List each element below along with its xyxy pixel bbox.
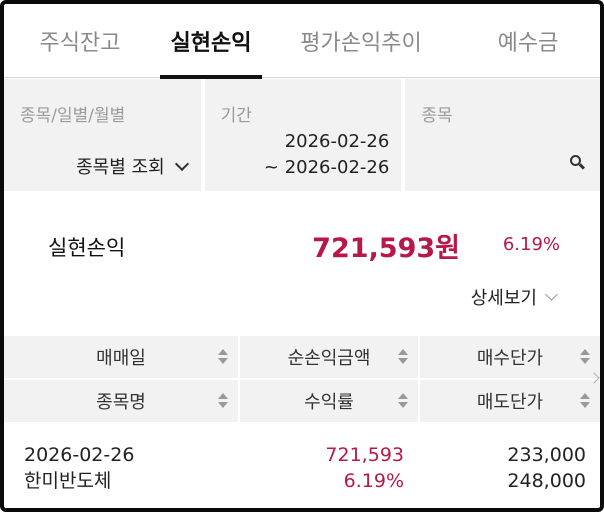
header-trade-date[interactable]: 매매일	[4, 336, 238, 378]
header-buy-price[interactable]: 매수단가	[418, 336, 600, 378]
sort-icon[interactable]	[398, 393, 408, 409]
stock-filter-label: 종목	[421, 106, 453, 126]
header-net-profit[interactable]: 순손익금액	[238, 336, 418, 378]
buy-price: 233,000	[507, 444, 586, 466]
detail-view-link[interactable]: 상세보기	[470, 284, 558, 310]
period-range[interactable]: 2026-02-26 ~ 2026-02-26	[264, 129, 389, 181]
stock-name: 한미반도체	[24, 470, 112, 492]
sort-icon[interactable]	[580, 393, 590, 409]
summary-label: 실현손익	[48, 236, 126, 260]
tab-deposit[interactable]: 예수금	[456, 4, 600, 78]
header-stock-name[interactable]: 종목명	[4, 380, 238, 422]
table-row[interactable]: 2026-02-26 한미반도체 721,593 6.19% 233,000 2…	[4, 438, 600, 498]
period-filter[interactable]: 기간 2026-02-26 ~ 2026-02-26	[204, 79, 402, 191]
period-from: 2026-02-26	[284, 131, 390, 152]
net-profit: 721,593	[325, 444, 404, 466]
chevron-down-icon	[174, 156, 189, 171]
period-filter-label: 기간	[220, 106, 252, 126]
row-prices: 233,000 248,000	[507, 442, 586, 494]
period-to: ~ 2026-02-26	[263, 157, 390, 178]
app-frame: 주식잔고 실현손익 평가손익추이 예수금 종목/일별/월별 종목별 조회 기간 …	[0, 0, 604, 512]
tab-bar: 주식잔고 실현손익 평가손익추이 예수금	[4, 4, 600, 79]
row-profit-rate: 721,593 6.19%	[325, 442, 404, 494]
header-label: 매도단가	[476, 392, 544, 413]
detail-view-label: 상세보기	[470, 288, 537, 309]
header-row: 매매일 순손익금액 매수단가	[4, 336, 600, 378]
row-date-name: 2026-02-26 한미반도체	[24, 442, 134, 494]
header-row: 종목명 수익률 매도단가	[4, 380, 600, 422]
trade-date: 2026-02-26	[24, 444, 135, 466]
header-label: 종목명	[96, 392, 146, 413]
chevron-down-icon	[545, 288, 558, 301]
search-icon[interactable]	[569, 155, 586, 171]
realized-pnl-amount: 721,593원	[312, 233, 460, 264]
tab-stock-balance[interactable]: 주식잔고	[4, 4, 156, 78]
sell-price: 248,000	[507, 470, 586, 492]
header-label: 수익률	[304, 392, 354, 413]
mode-select[interactable]: 종목별 조회	[76, 153, 189, 179]
mode-filter[interactable]: 종목/일별/월별 종목별 조회	[4, 79, 201, 191]
return-rate: 6.19%	[343, 470, 404, 492]
sort-icon[interactable]	[398, 349, 408, 365]
realized-pnl-rate: 6.19%	[502, 234, 560, 255]
tab-label: 실현손익	[170, 31, 252, 56]
stock-filter[interactable]: 종목	[405, 79, 600, 191]
header-sell-price[interactable]: 매도단가	[418, 380, 600, 422]
header-return-rate[interactable]: 수익률	[238, 380, 418, 422]
table-header: 매매일 순손익금액 매수단가 종목명 수익률 매도단가	[4, 336, 600, 422]
sort-icon[interactable]	[218, 393, 228, 409]
header-label: 매매일	[96, 348, 146, 369]
tab-valuation-trend[interactable]: 평가손익추이	[266, 4, 456, 78]
tab-label: 주식잔고	[39, 31, 121, 56]
tab-realized-pnl[interactable]: 실현손익	[156, 4, 266, 79]
sort-icon[interactable]	[218, 349, 228, 365]
sort-icon[interactable]	[580, 349, 590, 365]
tab-label: 평가손익추이	[300, 31, 422, 56]
filter-panel: 종목/일별/월별 종목별 조회 기간 2026-02-26 ~ 2026-02-…	[4, 79, 600, 191]
header-label: 매수단가	[476, 348, 544, 369]
mode-filter-label: 종목/일별/월별	[20, 106, 126, 126]
mode-select-value: 종목별 조회	[76, 157, 165, 178]
header-label: 순손익금액	[287, 348, 371, 369]
tab-label: 예수금	[497, 31, 559, 56]
